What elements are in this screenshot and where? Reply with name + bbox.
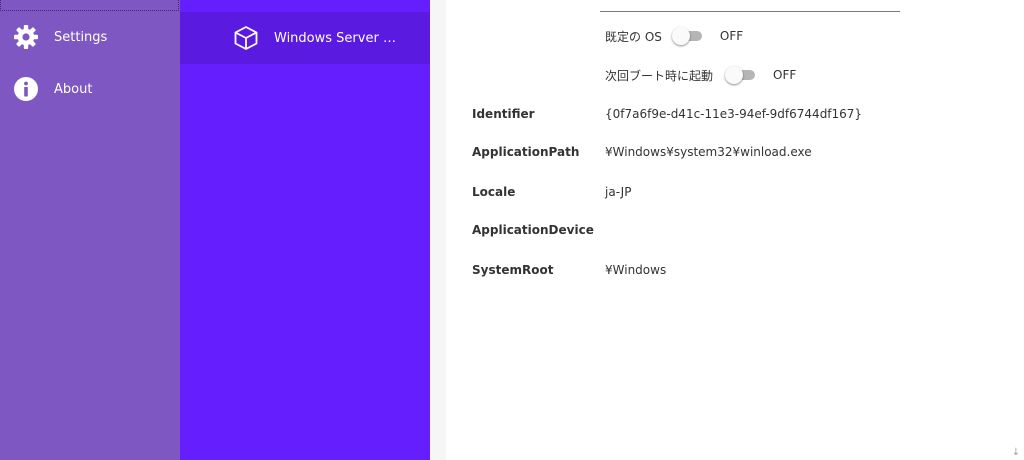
info-icon <box>13 76 39 102</box>
property-name: ApplicationDevice <box>472 223 594 237</box>
toggle-label: 既定の OS <box>605 29 662 44</box>
property-name: Identifier <box>472 107 535 121</box>
property-name: SystemRoot <box>472 263 554 277</box>
gear-icon <box>13 24 39 50</box>
list-item-label: Windows Server 20… <box>274 30 402 46</box>
toggle-thumb <box>671 27 690 45</box>
property-name: ApplicationPath <box>472 145 580 159</box>
toggle-thumb <box>725 66 744 84</box>
text-field-underline[interactable] <box>600 11 900 12</box>
property-value: ja-JP <box>605 185 632 199</box>
nav-item-settings[interactable]: Settings <box>0 13 180 61</box>
default-os-toggle[interactable] <box>671 26 706 46</box>
navigation-pane: Settings About <box>0 0 180 460</box>
property-system-root: SystemRoot ¥Windows <box>472 260 666 280</box>
list-item-boot-entry[interactable]: Windows Server 20… <box>180 12 430 64</box>
boot-entry-list: Windows Server 20… <box>180 0 430 460</box>
app-window: Settings About Windows Server 20… 既定の OS… <box>0 0 1024 460</box>
property-application-path: ApplicationPath ¥Windows¥system32¥winloa… <box>472 142 812 162</box>
focus-outline <box>0 0 179 11</box>
property-application-device: ApplicationDevice <box>472 220 605 240</box>
property-value: {0f7a6f9e-d41c-11e3-94ef-9df6744df167} <box>605 107 863 121</box>
next-boot-toggle-row: 次回ブート時に起動 OFF <box>605 63 796 87</box>
property-value: ¥Windows¥system32¥winload.exe <box>605 145 812 159</box>
toggle-state: OFF <box>719 29 744 43</box>
nav-item-about[interactable]: About <box>0 65 180 113</box>
cube-icon <box>233 25 259 51</box>
toggle-label: 次回ブート時に起動 <box>605 68 714 83</box>
property-locale: Locale ja-JP <box>472 182 631 202</box>
nav-item-label: Settings <box>54 29 108 45</box>
property-name: Locale <box>472 185 516 199</box>
details-pane: 既定の OS OFF 次回ブート時に起動 OFF Identifier {0f7… <box>430 0 1024 460</box>
property-value: ¥Windows <box>605 263 667 277</box>
toggle-state: OFF <box>773 68 797 82</box>
nav-item-label: About <box>54 81 93 97</box>
default-os-toggle-row: 既定の OS OFF <box>605 24 743 48</box>
property-identifier: Identifier {0f7a6f9e-d41c-11e3-94ef-9df6… <box>472 104 862 124</box>
pane-divider <box>430 0 446 460</box>
next-boot-toggle[interactable] <box>725 65 759 85</box>
scroll-down-arrow-icon[interactable]: ↓ <box>1010 447 1022 459</box>
